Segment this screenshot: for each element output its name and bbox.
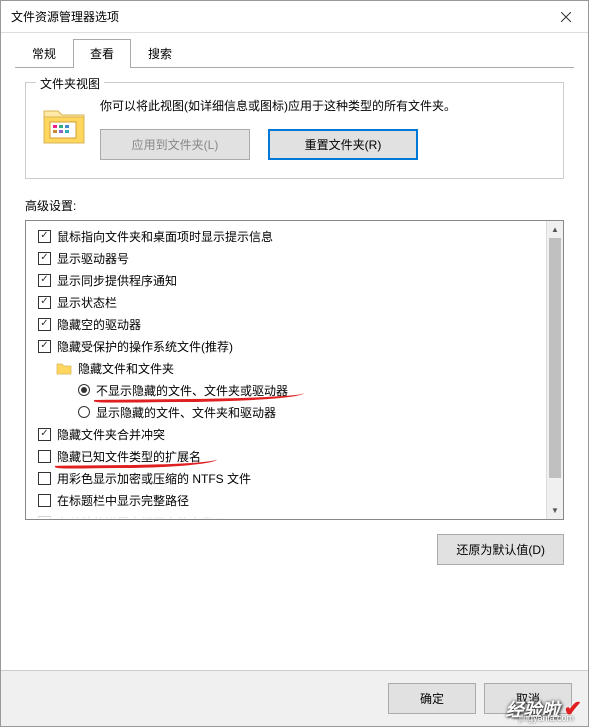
tab-search[interactable]: 搜索 [131,39,189,68]
folder-icon [42,97,86,148]
reset-folders-button[interactable]: 重置文件夹(R) [268,129,418,160]
list-item-label: 隐藏空的驱动器 [57,316,141,333]
list-item-label: 在标题栏中显示完整路径 [57,492,189,509]
list-item[interactable]: 显示驱动器号 [28,247,544,269]
tab-content: 文件夹视图 你可以将此视图(如详细 [1,68,588,670]
list-item[interactable]: 隐藏文件夹合并冲突 [28,423,544,445]
list-item-label: 鼠标指向文件夹和桌面项时显示提示信息 [57,228,273,245]
scroll-up-button[interactable]: ▲ [547,221,563,238]
watermark-url: jingyanla.com [519,713,574,723]
list-item-label: 显示隐藏的文件、文件夹和驱动器 [96,404,276,421]
tab-view[interactable]: 查看 [73,39,131,68]
list-item[interactable]: 在标题栏中显示完整路径 [28,489,544,511]
list-item[interactable]: 显示隐藏的文件、文件夹和驱动器 [28,401,544,423]
list-item[interactable]: 隐藏已知文件类型的扩展名 [28,445,544,467]
list-item-label: 隐藏文件夹合并冲突 [57,426,165,443]
advanced-settings-list[interactable]: 鼠标指向文件夹和桌面项时显示提示信息显示驱动器号显示同步提供程序通知显示状态栏隐… [25,220,564,520]
list-item[interactable]: 不显示隐藏的文件、文件夹或驱动器 [28,379,544,401]
scrollbar[interactable]: ▲ ▼ [546,221,563,519]
checkbox-icon[interactable] [38,428,51,441]
cancel-button[interactable]: 取消 [484,683,572,714]
list-item[interactable]: 隐藏受保护的操作系统文件(推荐) [28,335,544,357]
list-item[interactable]: 显示状态栏 [28,291,544,313]
radio-icon[interactable] [78,384,90,396]
list-item[interactable]: 显示同步提供程序通知 [28,269,544,291]
ok-button[interactable]: 确定 [388,683,476,714]
radio-icon[interactable] [78,406,90,418]
list-item-label: 显示驱动器号 [57,250,129,267]
list-item[interactable]: 隐藏空的驱动器 [28,313,544,335]
folder-icon [56,362,72,375]
checkbox-icon[interactable] [38,230,51,243]
list-item-label: 隐藏受保护的操作系统文件(推荐) [57,338,233,355]
checkbox-icon[interactable] [38,340,51,353]
list-item-label: 隐藏文件和文件夹 [78,360,174,377]
list-item-label: 隐藏已知文件类型的扩展名 [57,448,201,465]
scroll-thumb[interactable] [549,238,561,478]
restore-defaults-button[interactable]: 还原为默认值(D) [437,534,564,565]
checkbox-icon[interactable] [38,450,51,463]
close-icon [561,12,571,22]
list-item[interactable]: 用彩色显示加密或压缩的 NTFS 文件 [28,467,544,489]
list-item-label: 显示同步提供程序通知 [57,272,177,289]
folder-view-legend: 文件夹视图 [36,75,104,92]
checkbox-icon[interactable] [38,296,51,309]
scroll-track[interactable] [547,238,563,502]
checkbox-icon[interactable] [38,472,51,485]
advanced-settings-label: 高级设置: [25,197,564,214]
titlebar: 文件资源管理器选项 [1,1,588,33]
list-item-label: 显示状态栏 [57,294,117,311]
checkbox-icon[interactable] [38,318,51,331]
list-item[interactable]: 隐藏文件和文件夹 [28,357,544,379]
apply-to-folders-button: 应用到文件夹(L) [100,129,250,160]
checkbox-icon[interactable] [38,516,51,520]
scroll-down-button[interactable]: ▼ [547,502,563,519]
folder-view-group: 文件夹视图 你可以将此视图(如详细 [25,82,564,179]
list-item-label: 用彩色显示加密或压缩的 NTFS 文件 [57,470,251,487]
close-button[interactable] [543,2,588,32]
checkbox-icon[interactable] [38,274,51,287]
folder-view-description: 你可以将此视图(如详细信息或图标)应用于这种类型的所有文件夹。 [100,97,547,115]
list-item[interactable]: 鼠标指向文件夹和桌面项时显示提示信息 [28,225,544,247]
list-item[interactable]: 在单独的进程中打开文件夹窗口 [28,511,544,519]
list-item-label: 不显示隐藏的文件、文件夹或驱动器 [96,382,288,399]
tab-strip: 常规 查看 搜索 [1,33,588,68]
dialog-window: 文件资源管理器选项 常规 查看 搜索 文件夹视图 [0,0,589,727]
checkbox-icon[interactable] [38,494,51,507]
tab-general[interactable]: 常规 [15,39,73,68]
list-item-label: 在单独的进程中打开文件夹窗口 [57,514,225,520]
checkbox-icon[interactable] [38,252,51,265]
dialog-footer: 确定 取消 经验啦 ✔ jingyanla.com [1,670,588,726]
window-title: 文件资源管理器选项 [11,8,543,25]
